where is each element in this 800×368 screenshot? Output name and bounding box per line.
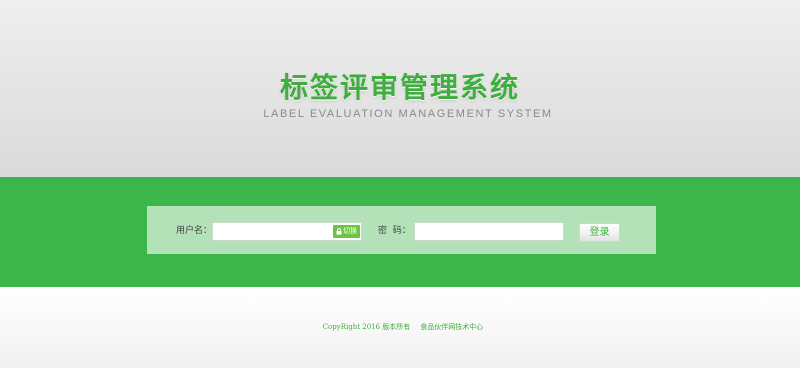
login-band: 用户名： 切换 密 码： 登录 (0, 177, 800, 287)
page-subtitle: LABEL EVALUATION MANAGEMENT SYSTEM (263, 108, 553, 120)
password-input[interactable] (414, 222, 564, 241)
page-title: 标签评审管理系统 (279, 71, 520, 104)
login-page: 标签评审管理系统 LABEL EVALUATION MANAGEMENT SYS… (0, 0, 800, 368)
password-label: 密 码： (378, 226, 411, 236)
switch-button[interactable]: 切换 (333, 225, 360, 238)
lock-icon (336, 228, 342, 235)
switch-label: 切换 (343, 227, 357, 235)
copyright-line: CopyRight 2016 版本所有 食品伙伴网技术中心 (0, 322, 800, 332)
header: 标签评审管理系统 LABEL EVALUATION MANAGEMENT SYS… (0, 0, 800, 177)
org-name: 食品伙伴网技术中心 (420, 323, 484, 331)
footer: CopyRight 2016 版本所有 食品伙伴网技术中心 (0, 287, 800, 368)
login-button[interactable]: 登录 (579, 223, 620, 242)
copyright-text: CopyRight 2016 版本所有 (322, 323, 411, 331)
username-label: 用户名： (176, 226, 213, 236)
login-form: 用户名： 切换 密 码： 登录 (147, 206, 656, 254)
